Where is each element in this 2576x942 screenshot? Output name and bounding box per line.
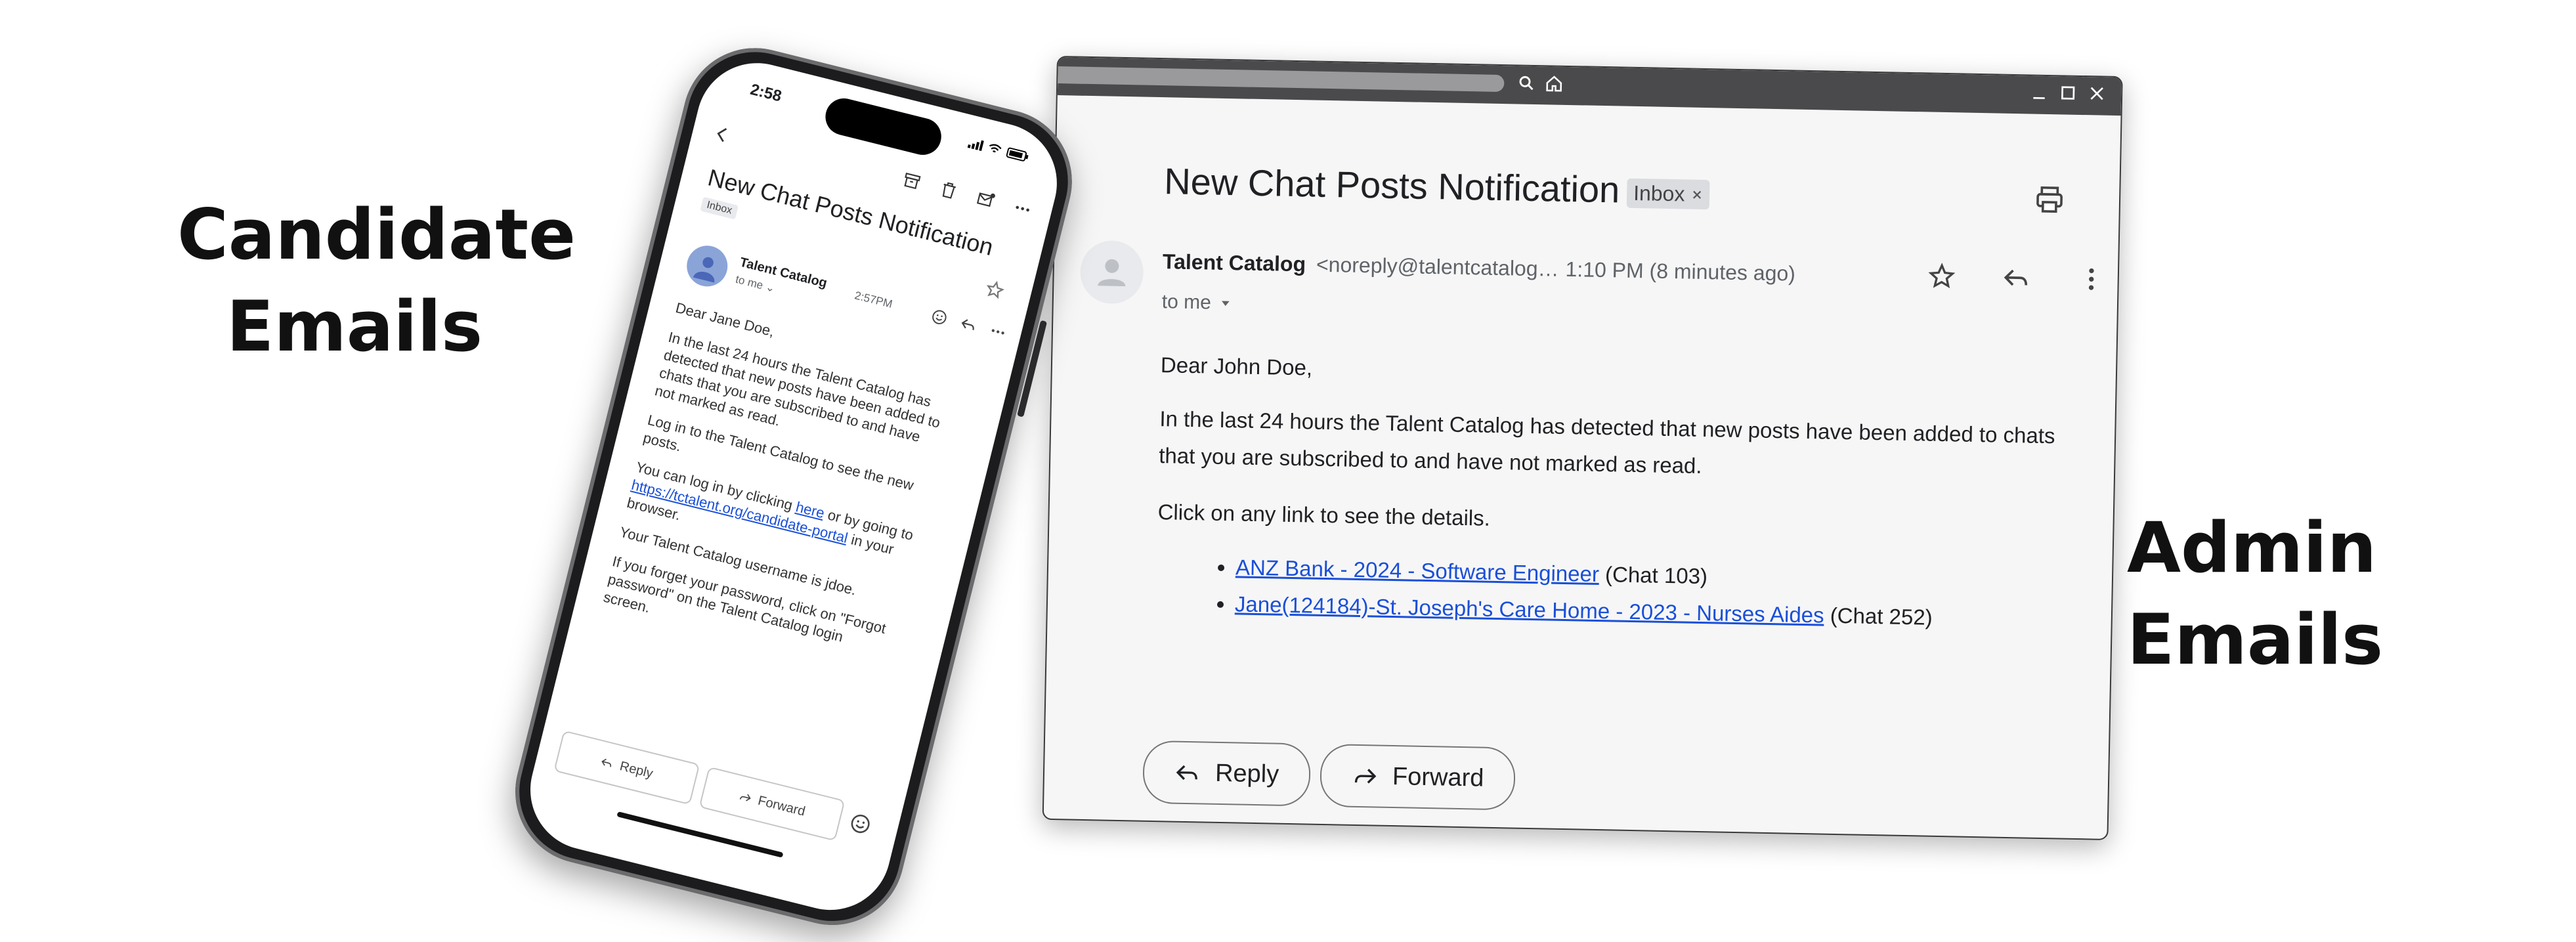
email-body: Dear John Doe, In the last 24 hours the … <box>1155 347 2080 639</box>
archive-icon[interactable] <box>901 170 923 192</box>
phone-screen: 2:58 New Chat Posts Notification Inbox T… <box>517 51 1069 923</box>
reply-icon[interactable] <box>2002 263 2031 293</box>
more-horiz-icon[interactable] <box>1012 198 1034 220</box>
body-paragraph: Click on any link to see the details. <box>1157 494 2077 548</box>
remove-label-icon[interactable] <box>1691 188 1703 200</box>
sender-address: <noreply@talentcatalog… <box>1316 253 1559 281</box>
reply-label: Reply <box>1215 759 1279 788</box>
emoji-icon[interactable] <box>847 810 874 837</box>
person-icon <box>1093 253 1130 291</box>
maximize-icon[interactable] <box>2059 83 2077 102</box>
phone-sent-time: 2:57PM <box>853 289 894 311</box>
caption-line: Emails <box>177 281 532 373</box>
print-icon[interactable] <box>2034 184 2066 216</box>
label-text: Inbox <box>1633 181 1685 206</box>
candidate-emails-caption: Candidate Emails <box>177 189 532 373</box>
body-paragraph: In the last 24 hours the Talent Catalog … <box>1159 400 2079 492</box>
phone-forward-button[interactable]: Forward <box>698 767 845 842</box>
chat-link-list: ANZ Bank - 2024 - Software Engineer (Cha… <box>1155 547 2076 639</box>
wifi-icon <box>987 142 1003 156</box>
forward-icon <box>1352 763 1379 790</box>
trash-icon[interactable] <box>937 179 960 202</box>
admin-emails-caption: Admin Emails <box>2127 502 2376 686</box>
phone-side-button <box>1017 320 1047 417</box>
status-clock: 2:58 <box>748 81 783 106</box>
address-bar[interactable] <box>1058 66 1504 92</box>
caption-line: Emails <box>2127 594 2376 686</box>
inbox-label-chip[interactable]: Inbox <box>1627 179 1710 209</box>
chat-id: (Chat 103) <box>1599 562 1708 588</box>
recipient-dropdown[interactable]: to me <box>1162 291 1233 314</box>
phone-email-body: Dear Jane Doe, In the last 24 hours the … <box>599 299 958 687</box>
minimize-icon[interactable] <box>2030 82 2048 102</box>
phone-reply-button[interactable]: Reply <box>553 730 700 805</box>
phone-inbox-chip[interactable]: Inbox <box>700 197 739 220</box>
more-vert-icon[interactable] <box>2076 265 2106 294</box>
sender-line: Talent Catalog <noreply@talentcatalog…1:1… <box>1163 249 1796 286</box>
email-subject: New Chat Posts Notification <box>1164 160 1620 211</box>
close-icon[interactable] <box>2088 83 2106 103</box>
desktop-browser-window: New Chat Posts Notification Inbox Talent… <box>1042 56 2123 840</box>
battery-icon <box>1006 147 1030 163</box>
greeting: Dear John Doe, <box>1160 347 2080 401</box>
caption-line: Candidate <box>177 189 532 281</box>
reply-button[interactable]: Reply <box>1142 740 1311 807</box>
chat-link[interactable]: Jane(124184)-St. Joseph's Care Home - 20… <box>1235 591 1824 627</box>
person-icon <box>690 249 725 284</box>
emoji-icon[interactable] <box>929 307 950 328</box>
back-arrow-icon[interactable] <box>710 123 734 146</box>
recipient-label: to me <box>1162 291 1212 314</box>
browser-title-bar <box>1058 57 2122 116</box>
caret-down-icon <box>1219 297 1232 310</box>
sender-name[interactable]: Talent Catalog <box>1163 249 1306 276</box>
sent-time: 1:10 PM (8 minutes ago) <box>1565 257 1795 286</box>
chat-id: (Chat 252) <box>1824 603 1933 630</box>
forward-label: Forward <box>1392 763 1484 793</box>
forward-icon <box>737 789 753 805</box>
reply-icon[interactable] <box>958 314 979 335</box>
home-icon[interactable] <box>1545 74 1564 93</box>
more-horiz-icon[interactable] <box>987 322 1008 343</box>
mark-unread-icon[interactable] <box>974 188 997 211</box>
reply-icon <box>1174 760 1201 786</box>
chat-link[interactable]: ANZ Bank - 2024 - Software Engineer <box>1235 555 1600 586</box>
phone-mockup: 2:58 New Chat Posts Notification Inbox T… <box>500 33 1087 940</box>
phone-sender-avatar[interactable] <box>683 242 732 291</box>
search-icon[interactable] <box>1517 74 1536 93</box>
reply-label: Reply <box>618 759 655 782</box>
star-icon[interactable] <box>983 278 1006 301</box>
reply-icon <box>599 755 615 771</box>
sender-avatar[interactable] <box>1080 240 1144 305</box>
forward-label: Forward <box>756 793 807 819</box>
star-icon[interactable] <box>1927 262 1956 291</box>
signal-icon <box>968 137 984 151</box>
caption-line: Admin <box>2127 502 2376 594</box>
forward-button[interactable]: Forward <box>1320 744 1516 811</box>
